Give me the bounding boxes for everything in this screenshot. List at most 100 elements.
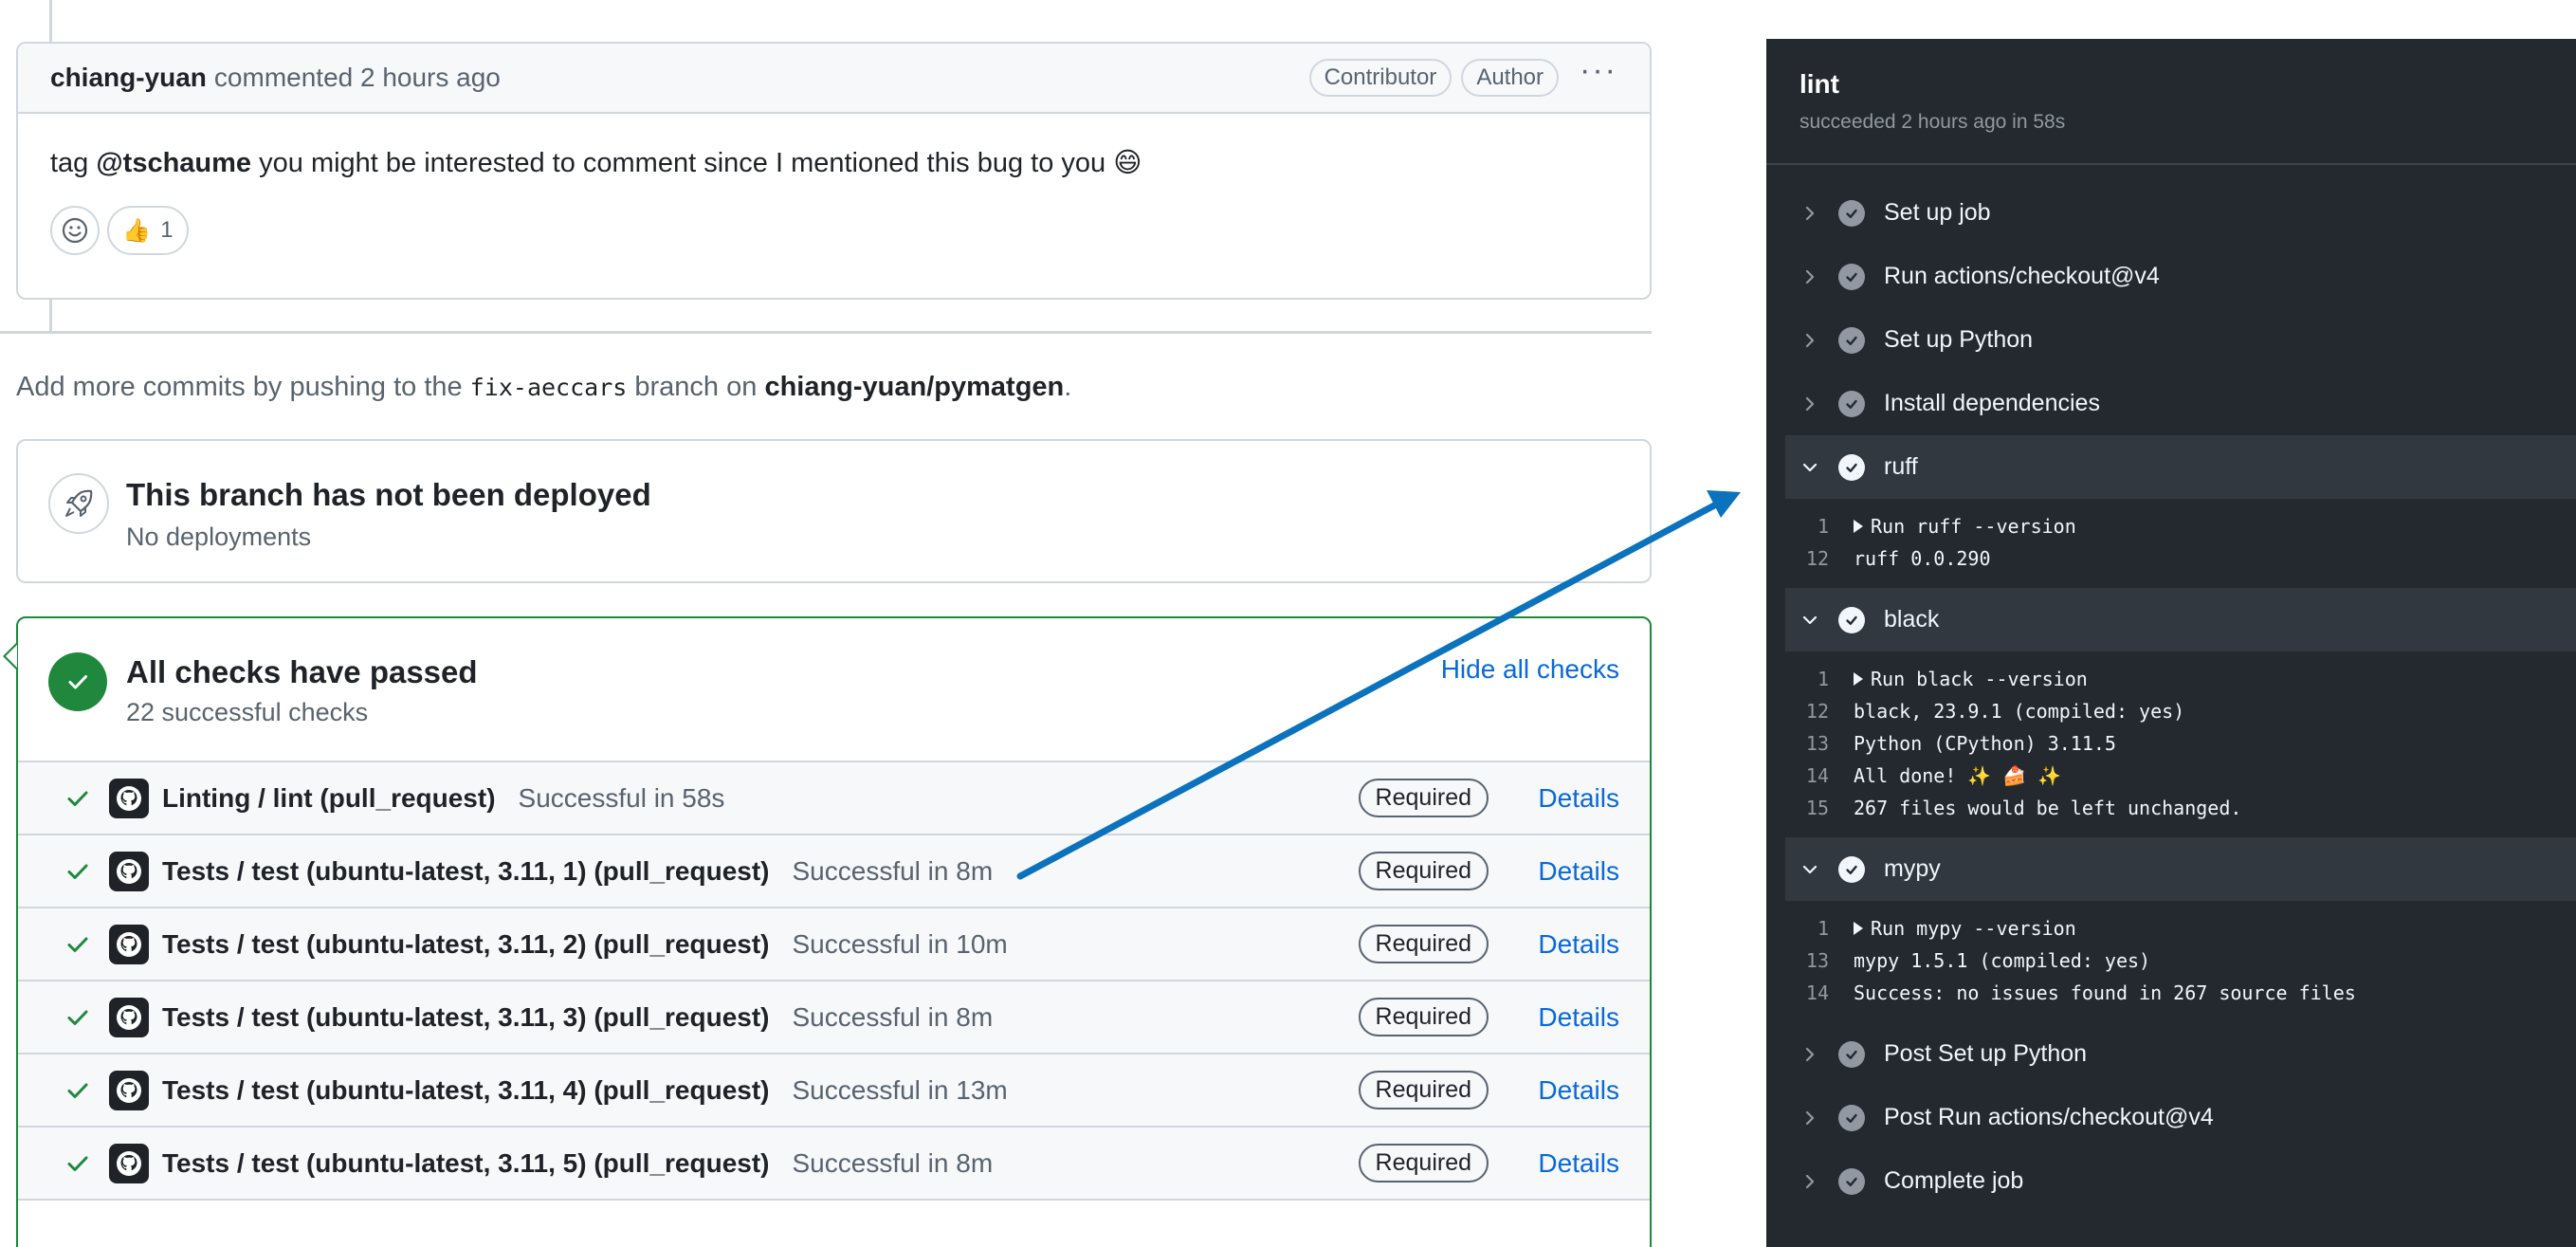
step-success-icon	[1838, 1104, 1865, 1131]
add-reaction-button[interactable]	[50, 206, 100, 255]
log-line-number: 1	[1817, 917, 1829, 940]
job-steps: Set up job Run actions/checkout@v4 Set up …	[1785, 181, 2576, 1213]
comment-text-suffix: you might be interested to comment since…	[259, 148, 1142, 178]
check-row[interactable]: Tests / test (ubuntu-latest, 3.11, 1) (p…	[18, 835, 1650, 908]
comment-card: chiang-yuan commented 2 hours ago Contri…	[16, 42, 1652, 300]
timeline-connector-top	[49, 0, 52, 42]
timeline-divider	[0, 331, 1652, 334]
repo-name[interactable]: chiang-yuan/pymatgen	[764, 372, 1064, 402]
check-name[interactable]: Tests / test (ubuntu-latest, 3.11, 4) (p…	[162, 1075, 770, 1106]
log-text: Run mypy --version	[1871, 917, 2076, 940]
job-step-mypy[interactable]: mypy	[1785, 837, 2576, 901]
more-options-icon[interactable]: ···	[1580, 54, 1617, 86]
step-label: Install dependencies	[1884, 390, 2100, 416]
log-line-number: 12	[1805, 700, 1829, 723]
details-link[interactable]: Details	[1538, 1002, 1619, 1033]
chevron-down-icon	[1795, 612, 1825, 629]
step-label: mypy	[1884, 855, 1941, 882]
branch-note-suffix: .	[1064, 372, 1072, 402]
checks-title: All checks have passed	[126, 654, 478, 689]
job-step-setup-python[interactable]: Set up Python	[1785, 308, 2576, 372]
expand-triangle-icon[interactable]	[1854, 520, 1863, 533]
check-status: Successful in 10m	[792, 928, 1008, 959]
step-success-icon	[1838, 855, 1865, 883]
job-step-post-checkout[interactable]: Post Run actions/checkout@v4	[1785, 1086, 2576, 1149]
check-row[interactable]: Tests / test (ubuntu-latest, 3.11, 5) (p…	[18, 1128, 1650, 1201]
details-link[interactable]: Details	[1538, 1075, 1619, 1106]
log-text: ruff 0.0.290	[1854, 547, 1991, 570]
log-line-number: 1	[1817, 668, 1829, 690]
step-label: ruff	[1884, 453, 1918, 480]
check-row[interactable]: Tests / test (ubuntu-latest, 3.11, 4) (p…	[18, 1054, 1650, 1128]
log-line-number: 14	[1805, 764, 1829, 787]
log-line: 13 mypy 1.5.1 (compiled: yes)	[1785, 944, 2576, 977]
step-success-icon	[1838, 390, 1865, 417]
deployment-status-card: This branch has not been deployed No dep…	[16, 439, 1652, 583]
step-label: Post Set up Python	[1884, 1040, 2088, 1067]
job-step-complete-job[interactable]: Complete job	[1785, 1149, 2576, 1213]
check-name[interactable]: Tests / test (ubuntu-latest, 3.11, 1) (p…	[162, 856, 770, 887]
github-actions-icon	[109, 1143, 149, 1183]
step-log-mypy: 1 Run mypy --version 13 mypy 1.5.1 (compile…	[1785, 901, 2576, 1022]
chevron-right-icon	[1795, 268, 1825, 285]
github-actions-icon	[109, 778, 149, 818]
step-label: Set up job	[1884, 199, 1991, 226]
job-step-checkout[interactable]: Run actions/checkout@v4	[1785, 245, 2576, 308]
timeline-connector-mid	[49, 300, 52, 331]
step-success-icon	[1838, 326, 1865, 354]
comment-body: tag @tschaume you might be interested to…	[18, 114, 1650, 179]
author-badge: Author	[1461, 59, 1560, 97]
log-line: 1 Run black --version	[1785, 663, 2576, 695]
step-success-icon	[1838, 1040, 1865, 1068]
chevron-right-icon	[1795, 1109, 1825, 1127]
log-text: black, 23.9.1 (compiled: yes)	[1854, 700, 2185, 723]
log-line-number: 13	[1805, 732, 1829, 755]
user-mention-link[interactable]: @tschaume	[96, 148, 251, 178]
checks-subtitle: 22 successful checks	[126, 698, 369, 726]
reaction-count: 1	[160, 217, 174, 243]
log-text: Run ruff --version	[1871, 515, 2076, 538]
job-status: succeeded 2 hours ago in 58s	[1800, 111, 2066, 133]
job-step-post-setup-python[interactable]: Post Set up Python	[1785, 1022, 2576, 1086]
check-success-icon	[65, 859, 94, 884]
details-link[interactable]: Details	[1538, 1148, 1619, 1179]
comment-author[interactable]: chiang-yuan	[50, 63, 207, 93]
branch-push-note: Add more commits by pushing to the fix-a…	[16, 372, 1071, 403]
log-line: 15 267 files would be left unchanged.	[1785, 792, 2576, 824]
expand-triangle-icon[interactable]	[1854, 922, 1863, 935]
expand-triangle-icon[interactable]	[1854, 672, 1863, 686]
log-text: Run black --version	[1871, 668, 2088, 690]
details-link[interactable]: Details	[1538, 783, 1619, 814]
details-link[interactable]: Details	[1538, 856, 1619, 887]
log-line: 1 Run ruff --version	[1785, 510, 2576, 542]
chevron-right-icon	[1795, 332, 1825, 349]
job-step-install-deps[interactable]: Install dependencies	[1785, 372, 2576, 435]
log-text: All done! ✨ 🍰 ✨	[1854, 764, 2062, 787]
log-line: 12 black, 23.9.1 (compiled: yes)	[1785, 695, 2576, 727]
check-name[interactable]: Tests / test (ubuntu-latest, 3.11, 2) (p…	[162, 929, 770, 960]
job-step-ruff[interactable]: ruff	[1785, 435, 2576, 499]
check-row[interactable]: Tests / test (ubuntu-latest, 3.11, 3) (p…	[18, 981, 1650, 1054]
chevron-down-icon	[1795, 459, 1825, 476]
check-status: Successful in 58s	[518, 782, 725, 813]
job-step-setup-job[interactable]: Set up job	[1785, 181, 2576, 245]
branch-note-prefix: Add more commits by pushing to the	[16, 372, 463, 402]
log-line-number: 14	[1805, 981, 1829, 1004]
required-badge: Required	[1358, 779, 1489, 817]
check-name[interactable]: Tests / test (ubuntu-latest, 3.11, 5) (p…	[162, 1148, 770, 1179]
hide-all-checks-link[interactable]: Hide all checks	[1441, 654, 1619, 685]
check-row[interactable]: Linting / lint (pull_request) Successful …	[18, 762, 1650, 835]
log-text: Python (CPython) 3.11.5	[1854, 732, 2116, 755]
check-status: Successful in 13m	[792, 1074, 1008, 1105]
check-status: Successful in 8m	[792, 1147, 994, 1178]
check-name[interactable]: Linting / lint (pull_request)	[162, 783, 496, 814]
job-step-black[interactable]: black	[1785, 588, 2576, 651]
comment-timestamp[interactable]: commented 2 hours ago	[214, 63, 501, 93]
thumbs-up-icon: 👍	[122, 217, 152, 244]
thumbs-up-reaction-button[interactable]: 👍 1	[107, 206, 189, 255]
chevron-down-icon	[1795, 861, 1825, 878]
details-link[interactable]: Details	[1538, 929, 1619, 960]
job-header: lint succeeded 2 hours ago in 58s	[1766, 39, 2576, 165]
check-row[interactable]: Tests / test (ubuntu-latest, 3.11, 2) (p…	[18, 908, 1650, 981]
check-name[interactable]: Tests / test (ubuntu-latest, 3.11, 3) (p…	[162, 1002, 770, 1033]
